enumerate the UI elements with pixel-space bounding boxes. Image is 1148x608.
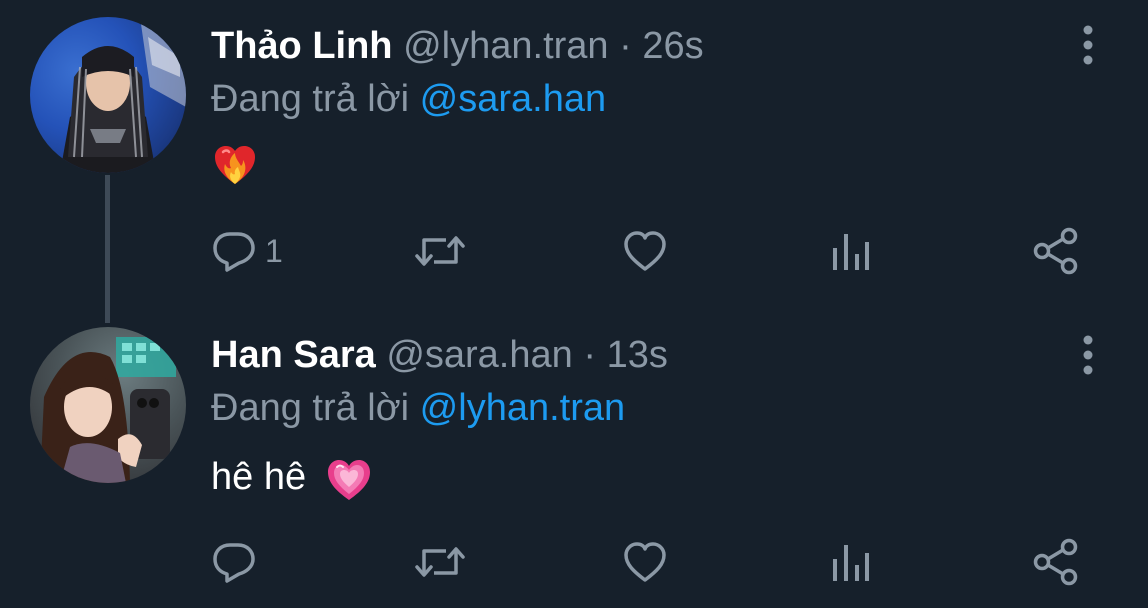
tweet[interactable]: Thảo Linh @lyhan.tran · 26s Đang trả lời…: [0, 0, 1148, 300]
tweet-text-content: hê hê: [211, 456, 307, 499]
replying-to-label: Đang trả lời: [211, 387, 410, 429]
avatar[interactable]: [30, 17, 186, 173]
retweet-button[interactable]: [414, 226, 466, 276]
retweet-button[interactable]: [414, 537, 466, 587]
reply-icon: [213, 543, 255, 583]
share-icon: [1033, 227, 1078, 275]
timestamp[interactable]: 26s: [642, 25, 703, 67]
views-button[interactable]: [828, 537, 872, 587]
like-button[interactable]: [621, 226, 669, 276]
views-icon: [833, 234, 869, 270]
more-options-icon[interactable]: [1076, 24, 1100, 66]
sparkling-heart-emoji: [327, 460, 370, 500]
tweet-actions: 1: [211, 226, 1091, 276]
heart-on-fire-emoji: [215, 146, 255, 184]
replying-to: Đang trả lời @sara.han: [211, 77, 606, 121]
retweet-icon: [415, 236, 465, 266]
tweet-header: Han Sara @sara.han · 13s: [211, 333, 668, 377]
replying-to-label: Đang trả lời: [211, 78, 410, 120]
reply-count: 1: [265, 232, 283, 269]
more-options-icon[interactable]: [1076, 334, 1100, 376]
reply-button[interactable]: 1: [211, 226, 283, 276]
tweet-text: hê hê: [211, 454, 375, 504]
avatar[interactable]: [30, 327, 186, 483]
tweet-header: Thảo Linh @lyhan.tran · 26s: [211, 24, 704, 68]
like-icon: [624, 231, 666, 271]
like-button[interactable]: [621, 537, 669, 587]
timestamp[interactable]: 13s: [607, 334, 668, 376]
display-name[interactable]: Thảo Linh: [211, 25, 393, 67]
share-button[interactable]: [1031, 226, 1081, 276]
tweet[interactable]: Han Sara @sara.han · 13s Đang trả lời @l…: [0, 322, 1148, 608]
tweet-text: [211, 140, 259, 188]
views-icon: [833, 545, 869, 581]
replying-to: Đang trả lời @lyhan.tran: [211, 386, 625, 430]
share-icon: [1033, 538, 1078, 586]
views-button[interactable]: [828, 226, 872, 276]
user-handle[interactable]: @sara.han: [386, 334, 572, 376]
separator-dot: ·: [619, 25, 632, 67]
display-name[interactable]: Han Sara: [211, 334, 376, 376]
user-handle[interactable]: @lyhan.tran: [403, 25, 608, 67]
mention-link[interactable]: @lyhan.tran: [420, 387, 625, 429]
separator-dot: ·: [583, 334, 596, 376]
like-icon: [624, 542, 666, 582]
retweet-icon: [415, 547, 465, 577]
share-button[interactable]: [1031, 537, 1081, 587]
reply-button[interactable]: [211, 537, 265, 587]
reply-icon: [213, 232, 255, 272]
mention-link[interactable]: @sara.han: [420, 78, 606, 120]
tweet-actions: [211, 537, 1091, 587]
